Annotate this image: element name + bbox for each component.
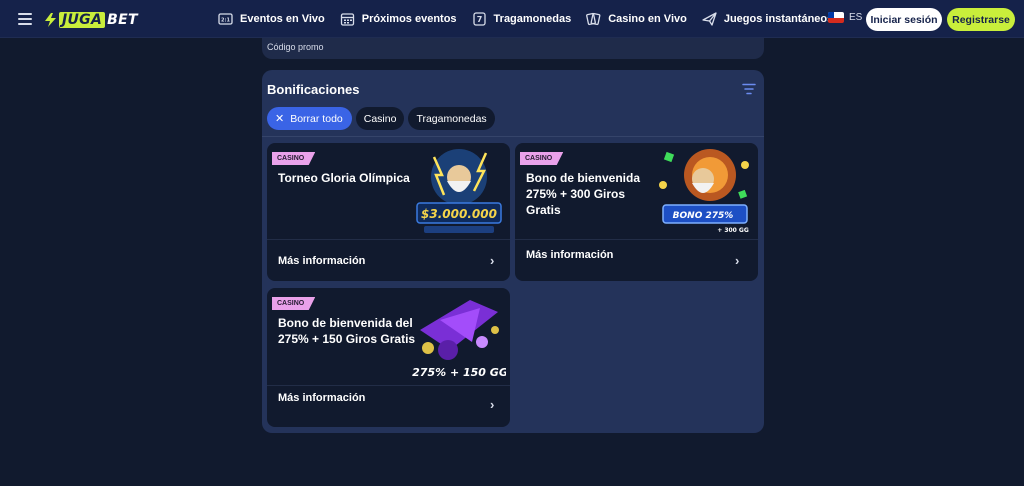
divider bbox=[262, 136, 764, 137]
nav-item-live-events[interactable]: 2:1 Eventos en Vivo bbox=[218, 12, 325, 26]
chile-flag-icon bbox=[828, 12, 844, 23]
nav-item-label: Juegos instantáneos bbox=[723, 13, 834, 25]
brand-logo[interactable]: JUGA BET bbox=[44, 11, 138, 28]
welcome-bonus-150-image: 275% + 150 GG bbox=[412, 300, 506, 379]
plane-icon bbox=[702, 12, 717, 26]
promo-code-section[interactable]: Código promo bbox=[262, 38, 764, 59]
main-nav: 2:1 Eventos en Vivo Próximos eventos 7 T… bbox=[218, 0, 848, 38]
nav-item-upcoming-events[interactable]: Próximos eventos bbox=[340, 12, 457, 26]
chevron-right-icon: › bbox=[490, 253, 495, 268]
promo-code-label: Código promo bbox=[267, 42, 324, 52]
menu-icon[interactable] bbox=[18, 13, 32, 25]
filter-icon[interactable] bbox=[742, 83, 756, 95]
category-badge: CASINO bbox=[520, 152, 564, 165]
cards-icon bbox=[586, 12, 601, 26]
language-selector[interactable]: ES bbox=[828, 12, 862, 23]
art-text: 275% + 150 GG bbox=[412, 366, 506, 379]
art-text: BONO 275% bbox=[673, 211, 734, 221]
brand-name-part2: BET bbox=[107, 11, 138, 28]
calendar-icon bbox=[340, 13, 354, 26]
nav-item-label: Tragamonedas bbox=[493, 13, 572, 25]
chevron-right-icon: › bbox=[735, 253, 740, 268]
slots-chip[interactable]: Tragamonedas bbox=[408, 107, 495, 130]
filter-chips: ✕ Borrar todo Casino Tragamonedas bbox=[267, 107, 499, 130]
bonus-title: Bono de bienvenida 275% + 300 Giros Grat… bbox=[526, 171, 641, 217]
nav-item-label: Casino en Vivo bbox=[608, 13, 687, 25]
more-info-link[interactable]: Más información bbox=[278, 255, 365, 267]
clear-all-chip[interactable]: ✕ Borrar todo bbox=[267, 107, 352, 130]
bonus-card[interactable]: CASINO Bono de bienvenida del 275% + 150… bbox=[267, 288, 510, 427]
more-info-link[interactable]: Más información bbox=[526, 249, 613, 261]
nav-item-label: Eventos en Vivo bbox=[240, 13, 325, 25]
card-divider bbox=[267, 385, 510, 386]
card-divider bbox=[515, 239, 758, 240]
close-icon: ✕ bbox=[275, 113, 285, 125]
top-navigation-bar: JUGA BET 2:1 Eventos en Vivo Próximos ev… bbox=[0, 0, 1024, 38]
bonus-card[interactable]: CASINO Bono de bienvenida 275% + 300 Gir… bbox=[515, 143, 758, 281]
chip-label: Borrar todo bbox=[290, 112, 343, 125]
nav-item-live-casino[interactable]: Casino en Vivo bbox=[586, 12, 687, 26]
brand-name-part1: JUGA bbox=[59, 11, 106, 28]
category-badge: CASINO bbox=[272, 297, 316, 310]
card-divider bbox=[267, 239, 510, 240]
bonuses-panel: Bonificaciones ✕ Borrar todo Casino Trag… bbox=[262, 70, 764, 433]
nav-item-label: Próximos eventos bbox=[361, 13, 457, 25]
welcome-bonus-image: BONO 275% + 300 GG bbox=[659, 149, 749, 234]
art-subtext: + 300 GG bbox=[717, 227, 749, 234]
svg-text:7: 7 bbox=[476, 15, 482, 24]
bonus-title: Bono de bienvenida del 275% + 150 Giros … bbox=[278, 316, 416, 346]
bonuses-title: Bonificaciones bbox=[267, 82, 360, 97]
slot-machine-icon: 7 bbox=[472, 12, 486, 26]
login-button[interactable]: Iniciar sesión bbox=[866, 8, 942, 31]
olympic-tournament-image: $3.000.000 bbox=[416, 149, 502, 233]
more-info-link[interactable]: Más información bbox=[278, 392, 365, 404]
live-events-icon: 2:1 bbox=[218, 13, 233, 25]
svg-text:2:1: 2:1 bbox=[221, 18, 230, 24]
bonus-title: Torneo Gloria Olímpica bbox=[278, 171, 410, 185]
chevron-right-icon: › bbox=[490, 397, 495, 412]
category-badge: CASINO bbox=[272, 152, 316, 165]
casino-chip[interactable]: Casino bbox=[355, 107, 405, 130]
bolt-icon bbox=[45, 12, 56, 27]
nav-item-instant-games[interactable]: Juegos instantáneos bbox=[702, 12, 833, 26]
language-code: ES bbox=[849, 12, 863, 23]
bonus-card[interactable]: CASINO Torneo Gloria Olímpica $3.000.000… bbox=[267, 143, 510, 281]
register-button[interactable]: Registrarse bbox=[947, 8, 1015, 31]
nav-item-slots[interactable]: 7 Tragamonedas bbox=[472, 12, 572, 26]
art-text: $3.000.000 bbox=[421, 207, 497, 221]
